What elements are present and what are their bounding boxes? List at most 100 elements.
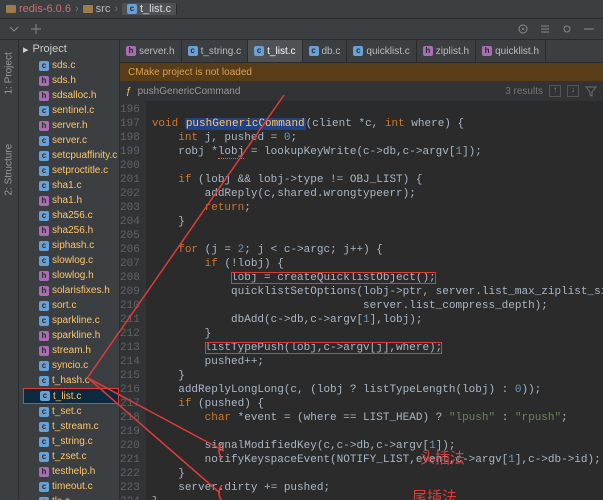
- expand-all-icon[interactable]: [539, 23, 551, 35]
- file-icon: h: [39, 331, 49, 341]
- tree-item-sha256-h[interactable]: hsha256.h: [23, 223, 119, 238]
- editor-tabs: hserver.hct_string.cct_list.ccdb.ccquick…: [120, 40, 603, 63]
- tree-item-sha256-c[interactable]: csha256.c: [23, 208, 119, 223]
- file-icon: c: [40, 391, 50, 401]
- tree-item-sparkline-c[interactable]: csparkline.c: [23, 313, 119, 328]
- cmake-banner[interactable]: CMake project is not loaded: [120, 63, 603, 81]
- navigation-path-bar: redis-6.0.6 › src › ct_list.c: [0, 0, 603, 19]
- locate-icon[interactable]: [517, 23, 529, 35]
- tab-quicklist-h[interactable]: hquicklist.h: [476, 40, 546, 62]
- tree-item-sha1-c[interactable]: csha1.c: [23, 178, 119, 193]
- file-icon: c: [39, 151, 49, 161]
- tree-item-setcpuaffinity-c[interactable]: csetcpuaffinity.c: [23, 148, 119, 163]
- tree-item-slowlog-c[interactable]: cslowlog.c: [23, 253, 119, 268]
- file-icon: c: [39, 241, 49, 251]
- tree-item-sentinel-c[interactable]: csentinel.c: [23, 103, 119, 118]
- tree-item-solarisfixes-h[interactable]: hsolarisfixes.h: [23, 283, 119, 298]
- tree-item-t_hash-c[interactable]: ct_hash.c: [23, 373, 119, 388]
- tree-item-siphash-c[interactable]: csiphash.c: [23, 238, 119, 253]
- tree-item-sparkline-h[interactable]: hsparkline.h: [23, 328, 119, 343]
- tree-item-t_zset-c[interactable]: ct_zset.c: [23, 449, 119, 464]
- file-icon: h: [39, 76, 49, 86]
- file-icon: h: [39, 467, 49, 477]
- tree-item-t_set-c[interactable]: ct_set.c: [23, 404, 119, 419]
- file-icon: c: [254, 46, 264, 56]
- project-tool-button[interactable]: 1: Project: [4, 77, 15, 95]
- tab-t_list-c[interactable]: ct_list.c: [248, 40, 302, 62]
- file-icon: c: [39, 407, 49, 417]
- breadcrumb-bar: ƒ pushGenericCommand 3 results ↑ ↓: [120, 81, 603, 101]
- breadcrumb-function[interactable]: pushGenericCommand: [138, 86, 241, 97]
- code-editor[interactable]: 1961971981992002012022032042052062072082…: [120, 101, 603, 500]
- file-icon: c: [39, 61, 49, 71]
- tree-item-setproctitle-c[interactable]: csetproctitle.c: [23, 163, 119, 178]
- tree-item-tls-c[interactable]: ctls.c: [23, 494, 119, 500]
- tree-item-stream-h[interactable]: hstream.h: [23, 343, 119, 358]
- tree-item-sha1-h[interactable]: hsha1.h: [23, 193, 119, 208]
- file-icon: h: [39, 121, 49, 131]
- tool-window-strip: 1: Project 2: Structure: [0, 40, 19, 500]
- project-toolbar: [0, 19, 603, 40]
- file-icon: c: [39, 497, 49, 500]
- file-icon: c: [39, 361, 49, 371]
- path-file[interactable]: ct_list.c: [122, 3, 177, 15]
- tree-item-sdsalloc-h[interactable]: hsdsalloc.h: [23, 88, 119, 103]
- file-icon: c: [39, 181, 49, 191]
- file-icon: c: [39, 166, 49, 176]
- file-icon: c: [39, 452, 49, 462]
- tab-db-c[interactable]: cdb.c: [303, 40, 348, 62]
- settings-icon[interactable]: [561, 23, 573, 35]
- file-icon: c: [39, 376, 49, 386]
- file-icon: h: [39, 91, 49, 101]
- hide-icon[interactable]: [583, 23, 595, 35]
- tree-item-testhelp-h[interactable]: htesthelp.h: [23, 464, 119, 479]
- file-icon: c: [39, 316, 49, 326]
- tab-t_string-c[interactable]: ct_string.c: [182, 40, 249, 62]
- tree-item-server-h[interactable]: hserver.h: [23, 118, 119, 133]
- line-gutter: 1961971981992002012022032042052062072082…: [120, 101, 146, 500]
- filter-icon[interactable]: [585, 85, 597, 97]
- file-icon: h: [126, 46, 136, 56]
- tab-ziplist-h[interactable]: hziplist.h: [417, 40, 476, 62]
- tree-item-sort-c[interactable]: csort.c: [23, 298, 119, 313]
- tree-item-t_list-c[interactable]: ct_list.c: [23, 388, 119, 404]
- file-icon: c: [39, 136, 49, 146]
- app-root: redis-6.0.6 › src › ct_list.c 1: Project…: [0, 0, 603, 500]
- file-icon: c: [39, 422, 49, 432]
- tree-item-timeout-c[interactable]: ctimeout.c: [23, 479, 119, 494]
- file-icon: c: [39, 301, 49, 311]
- file-icon: h: [39, 226, 49, 236]
- tree-item-server-c[interactable]: cserver.c: [23, 133, 119, 148]
- file-icon: c: [39, 437, 49, 447]
- tab-quicklist-c[interactable]: cquicklist.c: [347, 40, 416, 62]
- project-tree[interactable]: ▸ Project csds.chsds.hhsdsalloc.hcsentin…: [19, 40, 120, 500]
- file-icon: c: [39, 482, 49, 492]
- dropdown-icon[interactable]: [8, 23, 20, 35]
- folder-icon: ▸: [23, 43, 29, 56]
- tree-item-syncio-c[interactable]: csyncio.c: [23, 358, 119, 373]
- file-icon: c: [353, 46, 363, 56]
- structure-tool-button[interactable]: 2: Structure: [4, 178, 15, 196]
- tree-item-slowlog-h[interactable]: hslowlog.h: [23, 268, 119, 283]
- path-src[interactable]: src: [83, 3, 111, 15]
- file-icon: h: [423, 46, 433, 56]
- tree-item-sds-h[interactable]: hsds.h: [23, 73, 119, 88]
- tree-header: ▸ Project: [19, 40, 119, 58]
- file-icon: h: [39, 196, 49, 206]
- path-root[interactable]: redis-6.0.6: [6, 3, 71, 15]
- file-icon: c: [39, 106, 49, 116]
- editor-area: hserver.hct_string.cct_list.ccdb.ccquick…: [120, 40, 603, 500]
- file-icon: c: [39, 211, 49, 221]
- tab-server-h[interactable]: hserver.h: [120, 40, 182, 62]
- tree-item-t_stream-c[interactable]: ct_stream.c: [23, 419, 119, 434]
- file-icon: c: [309, 46, 319, 56]
- tree-item-sds-c[interactable]: csds.c: [23, 58, 119, 73]
- tree-item-t_string-c[interactable]: ct_string.c: [23, 434, 119, 449]
- collapse-icon[interactable]: [30, 23, 42, 35]
- prev-result-button[interactable]: ↑: [549, 85, 561, 97]
- code-content[interactable]: void pushGenericCommand(client *c, int w…: [146, 101, 603, 500]
- file-icon: c: [39, 256, 49, 266]
- file-icon: h: [482, 46, 492, 56]
- next-result-button[interactable]: ↓: [567, 85, 579, 97]
- search-results-count: 3 results: [505, 86, 543, 97]
